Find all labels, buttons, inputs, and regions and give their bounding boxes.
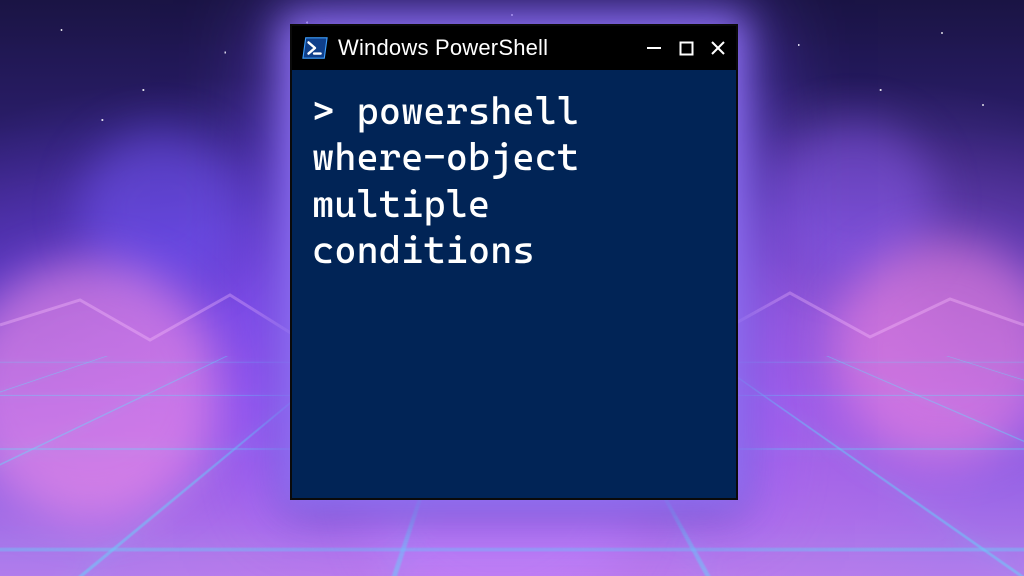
window-controls	[644, 38, 728, 58]
minimize-button[interactable]	[644, 38, 664, 58]
powershell-window[interactable]: Windows PowerShell > powershell where-ob…	[290, 24, 738, 500]
window-title: Windows PowerShell	[338, 35, 634, 61]
prompt-symbol: >	[312, 89, 357, 133]
terminal-body[interactable]: > powershell where-object multiple condi…	[292, 70, 736, 498]
powershell-icon	[302, 36, 328, 60]
maximize-button[interactable]	[676, 38, 696, 58]
close-button[interactable]	[708, 38, 728, 58]
titlebar[interactable]: Windows PowerShell	[292, 26, 736, 70]
